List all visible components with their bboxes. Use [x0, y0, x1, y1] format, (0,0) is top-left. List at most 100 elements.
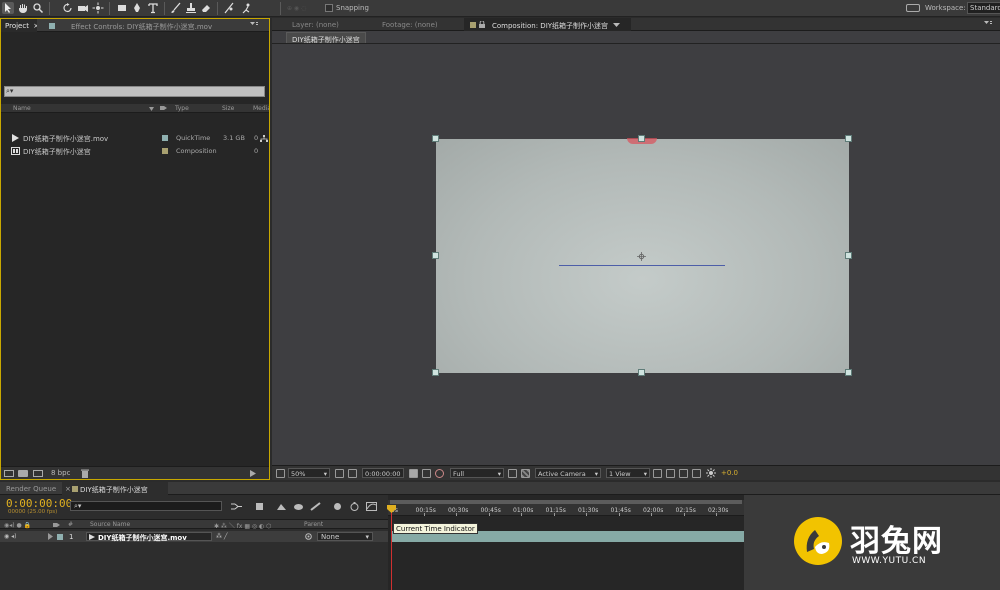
clone-stamp-tool-icon[interactable]	[185, 2, 197, 14]
pen-tool-icon[interactable]	[131, 2, 143, 14]
exposure-icon[interactable]	[706, 468, 716, 478]
tab-footage[interactable]: Footage: (none)	[382, 21, 438, 29]
puppet-tool-icon[interactable]	[241, 2, 253, 14]
comp-mini-flowchart-icon[interactable]	[231, 502, 242, 511]
brush-tool-icon[interactable]	[170, 2, 182, 14]
always-preview-icon[interactable]	[276, 469, 285, 478]
close-icon[interactable]: ×	[33, 22, 37, 30]
mask-visibility-icon[interactable]	[348, 469, 357, 478]
label-column-icon[interactable]	[160, 105, 167, 111]
anchor-point-icon[interactable]	[637, 252, 646, 261]
timeline-search-input[interactable]: ⌕▾	[70, 501, 222, 511]
show-snapshot-icon[interactable]	[422, 469, 431, 478]
project-item-media: 0	[254, 147, 259, 155]
transform-handle-r[interactable]	[845, 252, 852, 259]
camera-dropdown[interactable]: Active Camera ▾	[535, 468, 601, 478]
current-time-indicator-icon[interactable]	[387, 505, 396, 513]
zoom-tool-icon[interactable]	[32, 2, 44, 14]
transform-handle-bl[interactable]	[432, 369, 439, 376]
layer-label-swatch[interactable]	[57, 534, 63, 540]
current-time-field[interactable]: 0:00:00:00	[362, 468, 404, 478]
project-item-composition[interactable]: DIY纸箱子制作小迷宫 Composition 0	[1, 145, 269, 157]
timeline-layer-row[interactable]: ◉ ◂) 1 DIY纸箱子制作小迷宫.mov ⁂ ╱ None ▾	[0, 531, 388, 542]
scroll-right-icon[interactable]	[250, 470, 256, 477]
interpret-footage-icon[interactable]	[4, 470, 14, 477]
pick-whip-icon[interactable]	[305, 533, 312, 540]
project-item-footage[interactable]: DIY纸箱子制作小迷宫.mov QuickTime 3.1 GB 0	[1, 132, 269, 144]
panel-menu-icon[interactable]	[984, 21, 992, 27]
tab-timeline-comp[interactable]: × DIY纸箱子制作小迷宫	[62, 482, 168, 495]
parent-dropdown[interactable]: None ▾	[317, 532, 373, 541]
transform-handle-tl[interactable]	[432, 135, 439, 142]
exposure-value[interactable]: +0.0	[721, 469, 738, 477]
toggle-pixel-aspect-icon[interactable]	[653, 469, 662, 478]
layer-name-field[interactable]: DIY纸箱子制作小迷宫.mov	[86, 532, 212, 542]
type-tool-icon[interactable]	[147, 2, 159, 14]
col-name[interactable]: Name	[13, 105, 31, 112]
project-search-input[interactable]	[4, 86, 265, 97]
col-parent[interactable]: Parent	[304, 521, 323, 528]
transform-handle-t[interactable]	[638, 135, 645, 142]
new-folder-icon[interactable]	[18, 470, 28, 477]
expand-triangle-icon[interactable]	[48, 533, 53, 540]
resolution-dropdown[interactable]: Full ▾	[450, 468, 504, 478]
channel-icon[interactable]	[435, 469, 444, 478]
transparency-grid-icon[interactable]	[521, 469, 530, 478]
layer-switches[interactable]: ⁂ ╱	[216, 533, 246, 540]
work-area-bar[interactable]	[390, 500, 742, 504]
composition-subtab[interactable]: DIY纸箱子制作小迷宫	[286, 32, 366, 43]
tab-layer[interactable]: Layer: (none)	[292, 21, 339, 29]
brainstorm-icon[interactable]	[349, 502, 360, 511]
tab-project[interactable]: Project ×	[1, 19, 37, 32]
label-column-icon[interactable]	[53, 522, 60, 528]
roto-brush-tool-icon[interactable]	[223, 2, 235, 14]
draft-3d-icon[interactable]	[276, 502, 287, 511]
hand-tool-icon[interactable]	[17, 2, 29, 14]
col-layer-number: #	[68, 521, 74, 528]
close-icon[interactable]: ×	[65, 485, 71, 493]
col-media[interactable]: Media	[253, 105, 269, 112]
bpc-label[interactable]: 8 bpc	[51, 469, 70, 477]
rectangle-tool-icon[interactable]	[116, 2, 128, 14]
frame-blending-icon[interactable]	[310, 502, 321, 511]
tab-composition[interactable]: Composition: DIY纸箱子制作小迷宫	[464, 18, 631, 31]
fast-previews-icon[interactable]	[666, 469, 675, 478]
lock-icon[interactable]	[479, 20, 485, 28]
transform-handle-tr[interactable]	[845, 135, 852, 142]
new-composition-icon[interactable]	[33, 470, 43, 477]
panel-menu-icon[interactable]	[250, 22, 258, 28]
tab-effect-controls[interactable]: Effect Controls: DIY纸箱子制作小迷宫.mov	[67, 19, 227, 32]
col-type[interactable]: Type	[175, 105, 189, 112]
transform-handle-l[interactable]	[432, 252, 439, 259]
pan-behind-tool-icon[interactable]	[92, 2, 104, 14]
layer-av-switches[interactable]: ◉ ◂)	[4, 533, 34, 540]
hide-shy-layers-icon[interactable]	[293, 502, 304, 511]
trash-icon[interactable]	[81, 469, 89, 478]
tab-render-queue[interactable]: Render Queue	[6, 485, 56, 493]
flowchart-icon[interactable]	[692, 469, 701, 478]
graph-editor-icon[interactable]	[366, 502, 377, 511]
safe-zones-icon[interactable]	[335, 469, 344, 478]
transform-handle-br[interactable]	[845, 369, 852, 376]
workspace-dropdown[interactable]: Standard	[967, 2, 1000, 14]
col-source-name[interactable]: Source Name	[90, 521, 130, 528]
sort-icon[interactable]	[149, 106, 154, 111]
camera-tool-icon[interactable]	[77, 2, 89, 14]
motion-blur-icon[interactable]	[332, 502, 343, 511]
eraser-tool-icon[interactable]	[200, 2, 212, 14]
rotation-tool-icon[interactable]	[62, 2, 74, 14]
label-swatch[interactable]	[162, 135, 168, 141]
label-swatch[interactable]	[162, 148, 168, 154]
current-time-indicator-line[interactable]	[391, 505, 392, 590]
timeline-icon[interactable]	[679, 469, 688, 478]
snapshot-icon[interactable]	[409, 469, 418, 478]
chevron-down-icon[interactable]	[613, 22, 620, 27]
view-layout-dropdown[interactable]: 1 View ▾	[606, 468, 650, 478]
region-of-interest-icon[interactable]	[508, 469, 517, 478]
snapping-checkbox[interactable]	[325, 4, 333, 12]
selection-tool-icon[interactable]	[2, 2, 14, 14]
transform-handle-b[interactable]	[638, 369, 645, 376]
col-size[interactable]: Size	[222, 105, 234, 112]
live-update-icon[interactable]	[254, 502, 265, 511]
magnification-dropdown[interactable]: 50% ▾	[288, 468, 330, 478]
